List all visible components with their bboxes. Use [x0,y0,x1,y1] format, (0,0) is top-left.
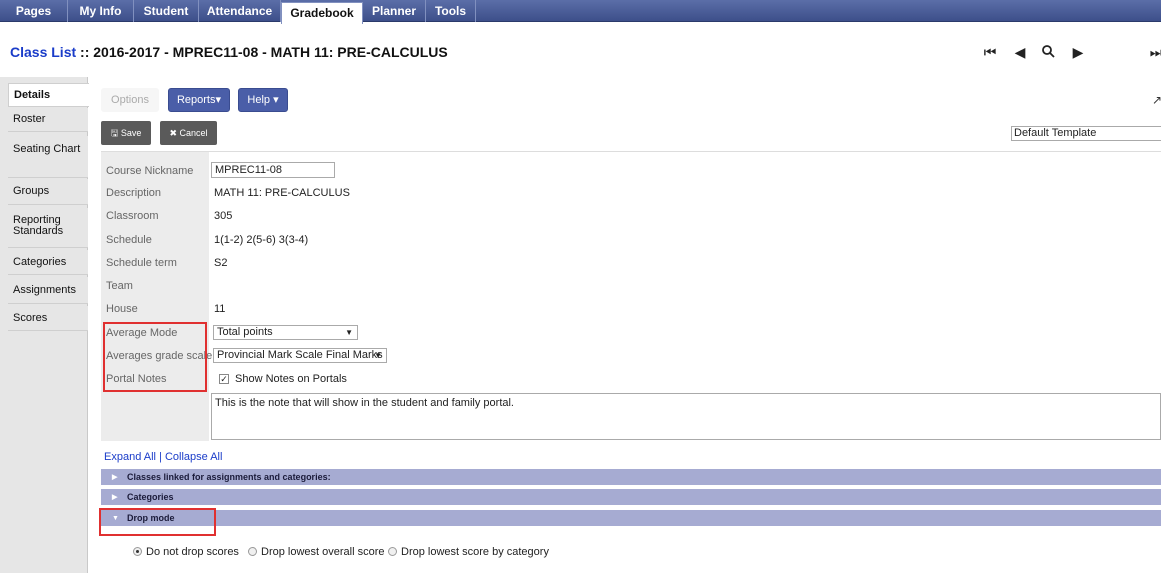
chevron-down-icon: ▼ [374,351,382,360]
expand-collapse-links: Expand All | Collapse All [104,451,222,463]
last-record-icon[interactable]: ⏭ [1146,44,1161,60]
team-label: Team [106,280,133,292]
export-icon[interactable]: ↗ [1152,93,1161,107]
options-menu[interactable]: Options [101,88,159,112]
sidebar-item-reporting-standards[interactable]: Reporting Standards [8,208,88,248]
template-select[interactable]: Default Template [1011,126,1161,141]
sidebar-item-categories[interactable]: Categories [8,250,88,275]
floppy-icon: 🖫 [110,128,119,138]
sidebar-item-assignments[interactable]: Assignments [8,277,88,304]
side-tabs: Details Roster Seating Chart Groups Repo… [0,77,89,573]
house-label: House [106,303,138,315]
page-title-text: :: 2016-2017 - MPREC11-08 - MATH 11: PRE… [76,44,448,60]
section-categories[interactable]: ▶ Categories [101,489,1161,506]
radio-drop-lowest-by-category[interactable]: Drop lowest score by category [388,546,549,558]
sidebar-item-details[interactable]: Details [8,83,89,107]
averages-grade-scale-select[interactable]: Provincial Mark Scale Final Marks ▼ [213,348,387,363]
average-mode-value: Total points [217,326,273,338]
average-mode-select[interactable]: Total points ▼ [213,325,358,340]
description-label: Description [106,187,162,199]
tab-tools[interactable]: Tools [426,0,476,22]
schedule-label: Schedule [106,234,152,246]
section-classes-linked[interactable]: ▶ Classes linked for assignments and cat… [101,469,1161,486]
reports-menu[interactable]: Reports▾ [168,88,230,112]
course-nickname-label: Course Nickname [106,165,194,177]
classroom-value: 305 [214,210,233,222]
radio-label: Drop lowest overall score [261,546,385,558]
portal-note-textarea[interactable]: This is the note that will show in the s… [211,393,1161,440]
radio-label: Do not drop scores [146,546,239,558]
tab-gradebook[interactable]: Gradebook [281,2,363,24]
radio-do-not-drop[interactable]: Do not drop scores [133,546,239,558]
sidebar-item-seating-chart[interactable]: Seating Chart [8,136,88,178]
tab-student[interactable]: Student [134,0,199,22]
chevron-right-icon: ▶ [112,494,118,501]
save-button[interactable]: 🖫 Save [101,121,151,145]
highlight-box [99,508,216,536]
classroom-label: Classroom [106,210,159,222]
top-nav: Pages My Info Student Attendance Gradebo… [0,0,1161,24]
save-label: Save [120,128,142,138]
cancel-label: Cancel [179,128,208,138]
tab-planner[interactable]: Planner [363,0,426,22]
radio-label: Drop lowest score by category [401,546,549,558]
search-icon[interactable] [1038,44,1058,60]
radio-button[interactable] [248,547,257,556]
sidebar-item-roster[interactable]: Roster [8,108,88,132]
previous-record-icon[interactable]: ◀ [1010,44,1030,60]
first-record-icon[interactable]: ⏮ [980,44,1000,60]
sidebar-item-groups[interactable]: Groups [8,179,88,205]
schedule-value: 1(1-2) 2(5-6) 3(3-4) [214,234,309,246]
page-title: Class List :: 2016-2017 - MPREC11-08 - M… [10,44,448,60]
section-label: Categories [127,492,174,502]
highlight-box [103,322,207,392]
chevron-right-icon: ▶ [112,474,118,481]
tab-pages[interactable]: Pages [0,0,68,22]
averages-grade-scale-value: Provincial Mark Scale Final Marks [217,349,383,361]
radio-button[interactable] [388,547,397,556]
cancel-button[interactable]: ✖ Cancel [160,121,217,145]
title-bar: Class List :: 2016-2017 - MPREC11-08 - M… [0,26,1161,76]
show-notes-checkbox[interactable]: ✓ [219,374,229,384]
tab-my-info[interactable]: My Info [68,0,134,22]
chevron-down-icon: ▼ [345,328,353,337]
link-separator: | [159,451,162,463]
schedule-term-value: S2 [214,257,228,269]
house-value: 11 [214,303,226,315]
course-nickname-input[interactable]: MPREC11-08 [211,162,335,178]
schedule-term-label: Schedule term [106,257,177,269]
collapse-all-link[interactable]: Collapse All [165,451,222,463]
close-icon: ✖ [169,128,177,138]
class-list-link[interactable]: Class List [10,44,76,60]
radio-button[interactable] [133,547,142,556]
section-drop-mode[interactable]: ▼ Drop mode [101,510,1161,527]
section-label: Classes linked for assignments and categ… [127,472,331,482]
sidebar-item-scores[interactable]: Scores [8,306,88,331]
help-menu[interactable]: Help ▾ [238,88,288,112]
description-value: MATH 11: PRE-CALCULUS [214,187,350,199]
tab-attendance[interactable]: Attendance [199,0,281,22]
next-record-icon[interactable]: ▶ [1068,44,1088,60]
expand-all-link[interactable]: Expand All [104,451,156,463]
radio-drop-lowest-overall[interactable]: Drop lowest overall score [248,546,385,558]
template-value: Default Template [1014,127,1097,139]
show-notes-label: Show Notes on Portals [235,373,347,385]
